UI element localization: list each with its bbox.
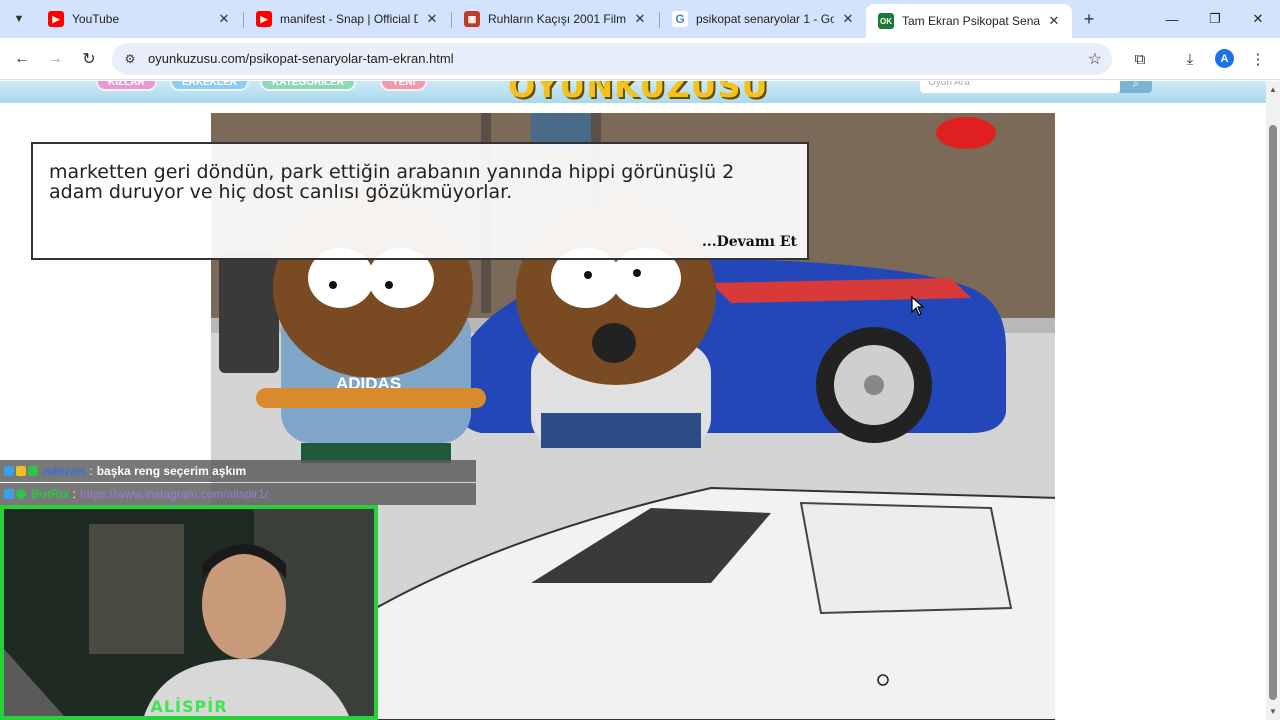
tab-psikopat-active[interactable]: OK Tam Ekran Psikopat Senaryo ✕	[866, 4, 1072, 38]
mouse-cursor-icon	[911, 296, 925, 316]
browser-menu-button[interactable]: ⋮	[1247, 48, 1269, 70]
site-settings-icon[interactable]: ⚙	[122, 51, 138, 67]
new-tab-button[interactable]: +	[1078, 8, 1100, 30]
extensions-button[interactable]: ⧉	[1129, 48, 1151, 70]
nav-kategoriler[interactable]: KATEGORİLER	[260, 81, 357, 91]
chat-link: https://www.instagram.com/alispir1/	[80, 487, 269, 501]
tab-title: psikopat senaryolar 1 - Goo	[696, 12, 834, 26]
puzzle-icon: ⧉	[1134, 50, 1146, 68]
profile-avatar[interactable]: A	[1215, 49, 1234, 68]
webcam-overlay: ALİSPİR	[0, 505, 378, 720]
chat-separator: :	[89, 464, 93, 478]
page-scrollbar[interactable]: ▲ ▼	[1266, 81, 1280, 720]
arrow-right-icon: →	[47, 50, 63, 67]
streamer-name: ALİSPİR	[150, 697, 228, 716]
window-close-button[interactable]: ✕	[1246, 8, 1270, 30]
minimize-button[interactable]: —	[1160, 8, 1184, 30]
beard	[592, 323, 636, 363]
webcam-feed	[4, 509, 374, 716]
dialog-text: marketten geri döndün, park ettiğin arab…	[49, 161, 735, 203]
badge-icon	[16, 466, 26, 476]
tab-youtube[interactable]: ▶ YouTube ✕	[36, 4, 242, 34]
close-icon[interactable]: ✕	[424, 11, 440, 27]
url-text[interactable]: oyunkuzusu.com/psikopat-senaryolar-tam-e…	[148, 51, 454, 66]
reload-button[interactable]: ↻	[77, 47, 101, 71]
close-icon[interactable]: ✕	[632, 11, 648, 27]
restore-button[interactable]: ❐	[1203, 8, 1227, 30]
kebab-menu-icon: ⋮	[1250, 51, 1266, 68]
badge-icon	[16, 489, 26, 499]
nav-yeni[interactable]: YENİ	[380, 81, 428, 91]
restore-icon: ❐	[1209, 11, 1221, 26]
site-search-button[interactable]: ⌕	[1120, 81, 1152, 93]
baseball-bat	[256, 388, 486, 408]
nav-kizlar[interactable]: KIZLAR	[96, 81, 157, 91]
address-bar[interactable]: ⚙ oyunkuzusu.com/psikopat-senaryolar-tam…	[112, 43, 1112, 75]
tab-title: Tam Ekran Psikopat Senaryo	[902, 14, 1040, 28]
trash-can	[219, 253, 279, 373]
tab-search-button[interactable]: ▼	[8, 8, 30, 30]
site-search-input[interactable]: Oyun Ara	[920, 81, 1120, 93]
back-button[interactable]: ←	[10, 47, 34, 71]
badge-icon	[4, 466, 14, 476]
tab-title: manifest - Snap | Official Da	[280, 12, 418, 26]
plus-icon: +	[1083, 8, 1095, 29]
close-icon[interactable]: ✕	[1046, 13, 1062, 29]
close-icon: ✕	[1252, 11, 1264, 26]
tab-title: Ruhların Kaçışı 2001 Filmi Fu	[488, 12, 626, 26]
tab-film[interactable]: ▦ Ruhların Kaçışı 2001 Filmi Fu ✕	[452, 4, 658, 34]
tab-strip: ▼ ▶ YouTube ✕ ▶ manifest - Snap | Offici…	[0, 0, 1280, 38]
chat-message: BotRix : https://www.instagram.com/alisp…	[0, 483, 476, 505]
close-icon[interactable]: ✕	[216, 11, 232, 27]
minimize-icon: —	[1165, 11, 1179, 27]
forward-button[interactable]: →	[43, 47, 67, 71]
ok-site-icon: OK	[878, 13, 894, 29]
google-icon: G	[672, 11, 688, 27]
site-header: KIZLAR ERKEKLER KATEGORİLER YENİ OYUNKUZ…	[0, 81, 1266, 103]
stream-chat: mbuver : başka reng seçerim aşkım BotRix…	[0, 460, 476, 506]
arrow-left-icon: ←	[14, 50, 30, 67]
nav-erkekler[interactable]: ERKEKLER	[170, 81, 250, 91]
tab-manifest[interactable]: ▶ manifest - Snap | Official Da ✕	[244, 4, 450, 34]
badge-icon	[28, 466, 38, 476]
downloads-button[interactable]: ⤓	[1179, 48, 1201, 70]
download-icon: ⤓	[1186, 50, 1194, 68]
scroll-thumb[interactable]	[1269, 125, 1277, 700]
red-sign	[936, 117, 996, 149]
scroll-down-icon[interactable]: ▼	[1269, 707, 1277, 716]
tab-title: YouTube	[72, 12, 120, 26]
badge-icon	[4, 489, 14, 499]
youtube-icon: ▶	[48, 11, 64, 27]
chat-text: başka reng seçerim aşkım	[96, 464, 247, 478]
tab-google[interactable]: G psikopat senaryolar 1 - Goo ✕	[660, 4, 866, 34]
chat-separator: :	[72, 487, 77, 501]
scroll-up-icon[interactable]: ▲	[1269, 85, 1277, 94]
site-logo[interactable]: OYUNKUZUSU	[508, 81, 768, 103]
bookmark-star-icon[interactable]: ☆	[1088, 49, 1102, 69]
reload-icon: ↻	[82, 51, 96, 68]
wall-painting	[89, 524, 184, 654]
close-icon[interactable]: ✕	[840, 11, 856, 27]
browser-toolbar: ← → ↻ ⚙ oyunkuzusu.com/psikopat-senaryol…	[0, 38, 1280, 80]
search-icon: ⌕	[1132, 81, 1140, 90]
continue-button[interactable]: ...Devamı Et	[702, 234, 797, 250]
chat-message: mbuver : başka reng seçerim aşkım	[0, 460, 476, 482]
chat-username: mbuver	[43, 464, 87, 478]
story-dialog: marketten geri döndün, park ettiğin arab…	[31, 142, 809, 260]
chat-username: BotRix	[31, 487, 70, 501]
youtube-icon: ▶	[256, 11, 272, 27]
chevron-down-icon: ▼	[13, 13, 25, 25]
film-site-icon: ▦	[464, 11, 480, 27]
